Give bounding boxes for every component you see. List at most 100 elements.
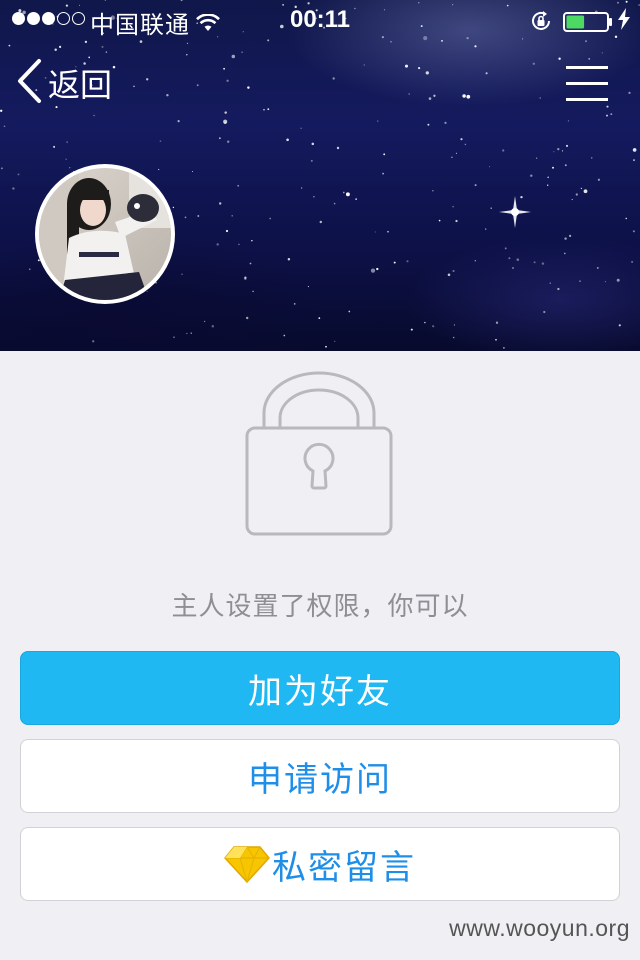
star [579,280,581,282]
avatar[interactable] [35,164,175,304]
star [66,141,68,143]
star [59,45,62,49]
star [583,189,588,194]
hamburger-menu-icon [566,66,608,101]
chevron-left-icon [14,58,44,108]
star [596,266,599,269]
star [246,316,249,320]
star [382,172,384,175]
star [460,138,463,141]
star [225,229,229,233]
star [226,79,229,82]
star [310,159,313,162]
star [432,190,434,192]
star [53,145,56,148]
star [495,338,497,341]
star [569,234,572,237]
star [410,328,413,331]
star [530,174,533,177]
star [112,65,116,69]
star [418,67,421,70]
star [408,93,410,95]
back-button[interactable]: 返回 [14,58,112,108]
star [374,231,376,233]
avatar-photo [39,168,171,300]
star [227,140,230,143]
star [159,140,162,142]
star [12,187,15,190]
status-bar: 中国联通 00:11 [0,0,640,40]
charging-bolt-icon [617,8,631,36]
star [300,127,302,129]
star [488,166,491,168]
star [92,340,95,343]
star [495,321,499,324]
star [342,191,345,194]
star [54,48,57,51]
add-friend-label: 加为好友 [248,671,392,712]
star [588,57,591,60]
star [580,187,583,190]
back-label: 返回 [48,66,113,104]
star [293,303,296,305]
star [503,347,505,349]
star [631,260,634,263]
star [549,282,551,284]
star [625,217,627,220]
star [224,111,227,114]
star [561,150,564,152]
request-access-button[interactable]: 申请访问 [20,739,620,813]
star [393,261,396,264]
star [184,216,187,219]
star [564,237,567,240]
star [633,159,635,162]
star [0,167,3,170]
star [597,178,601,181]
star [490,207,492,209]
star [313,196,315,198]
star [543,310,546,314]
star [564,164,567,167]
star [197,215,200,217]
star [363,64,365,66]
private-message-button[interactable]: 私密留言 [20,827,620,901]
star [3,125,6,128]
star [65,158,67,160]
star [441,40,443,42]
star [172,206,175,209]
star [333,202,336,205]
star [133,85,135,88]
star [319,220,323,224]
star [464,143,467,146]
star [628,91,631,95]
star [438,219,441,222]
star [452,336,455,339]
star [146,290,148,293]
star [219,137,221,139]
star [158,168,160,171]
star [433,94,436,97]
star [249,262,252,265]
star [332,77,335,80]
star [387,230,389,233]
star [203,320,206,323]
sparkle-star [499,196,531,228]
star [455,219,458,223]
star [425,71,429,75]
star [452,205,454,208]
star [604,281,606,283]
star [535,157,538,159]
star [504,247,507,250]
star [424,321,426,324]
star [618,324,621,327]
star [231,54,236,59]
profile-cover: 中国联通 00:11 返回 [0,0,640,351]
star [223,67,226,70]
star [181,273,183,275]
add-friend-button[interactable]: 加为好友 [20,651,620,725]
star [404,64,409,68]
star [211,324,215,328]
star [238,243,240,246]
star [406,260,409,263]
menu-button[interactable] [560,62,610,106]
